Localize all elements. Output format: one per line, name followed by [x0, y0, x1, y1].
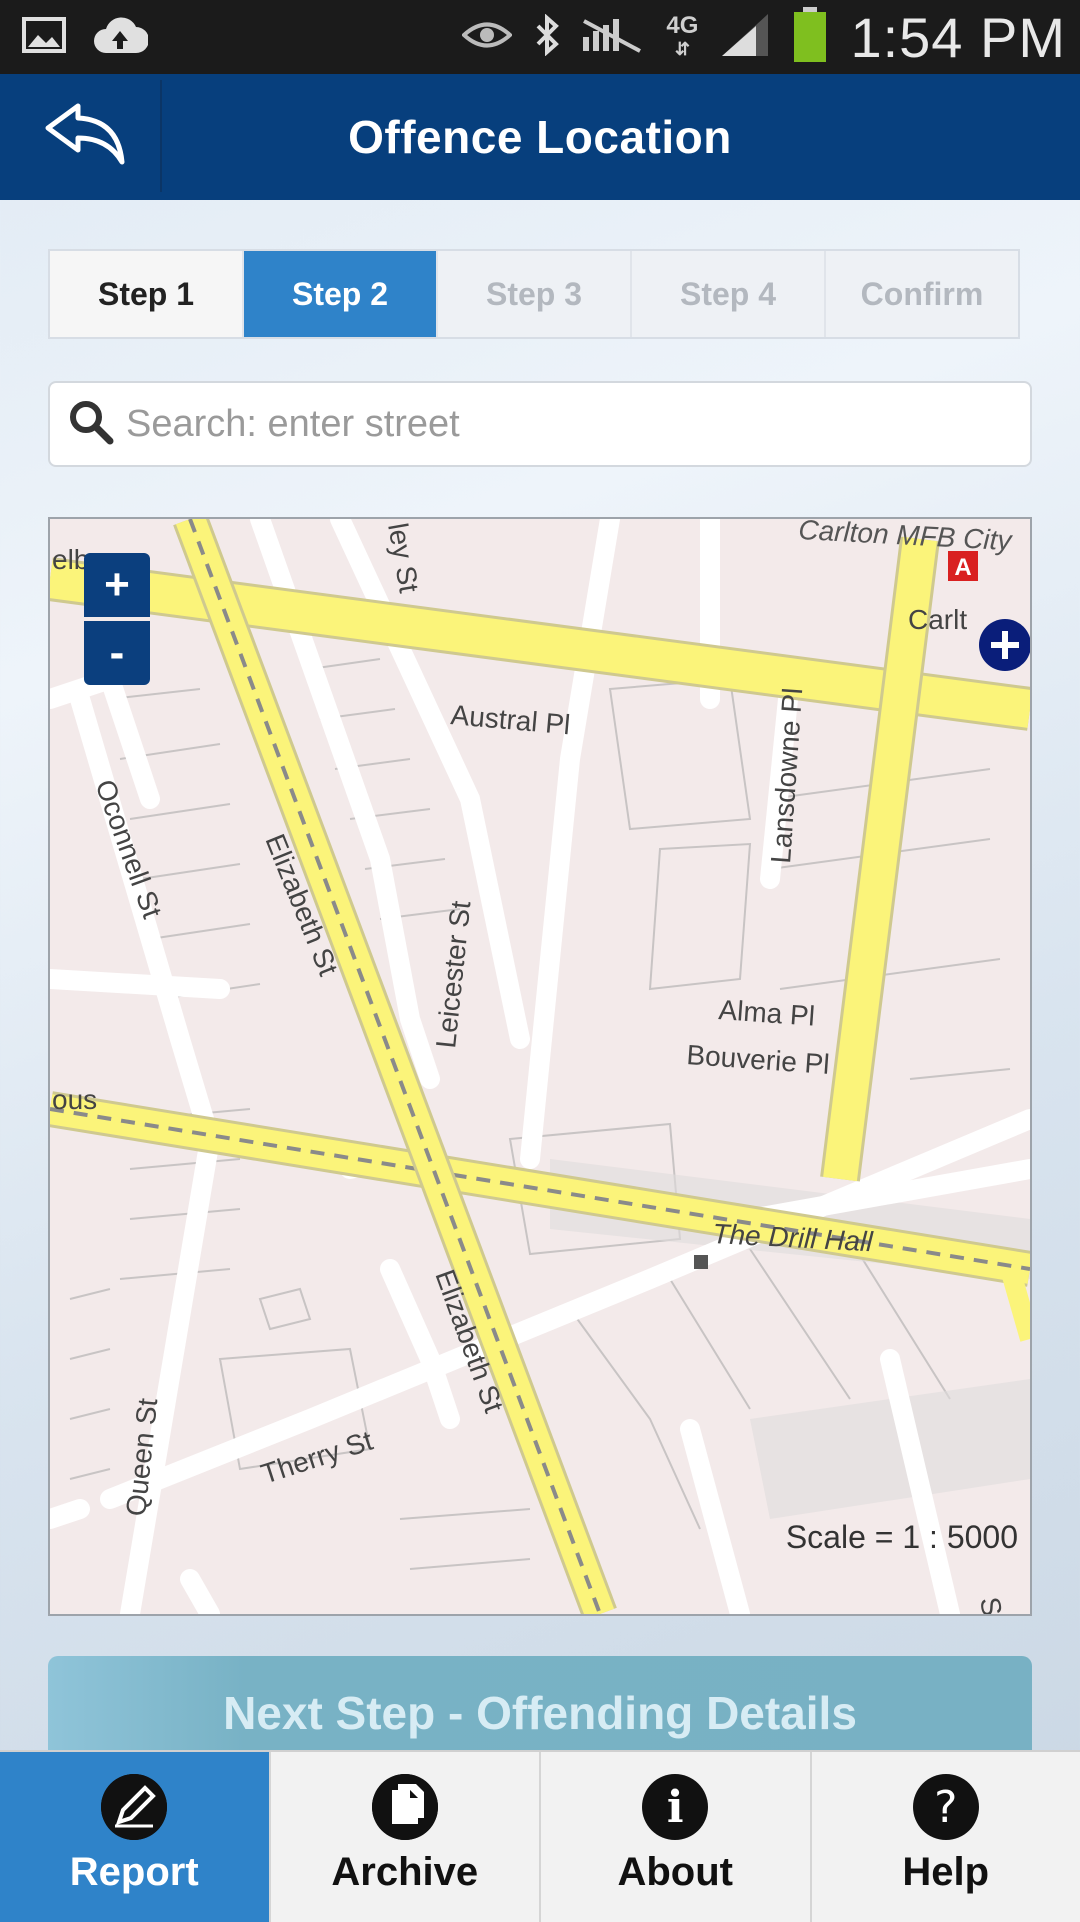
- station-marker: A: [948, 551, 978, 581]
- step-tabs: Step 1 Step 2 Step 3 Step 4 Confirm: [48, 249, 1020, 339]
- back-button[interactable]: [12, 80, 162, 192]
- step-1-tab[interactable]: Step 1: [50, 251, 244, 337]
- tab-help-label: Help: [902, 1850, 989, 1895]
- search-box[interactable]: [48, 381, 1032, 467]
- clock: 1:54 PM: [850, 5, 1066, 70]
- tab-report-label: Report: [70, 1850, 199, 1895]
- signal-icon: [720, 12, 770, 63]
- tab-archive[interactable]: Archive: [271, 1752, 542, 1922]
- map-label-carlton: Carlt: [908, 604, 967, 635]
- back-arrow-icon: [44, 102, 128, 171]
- tab-archive-label: Archive: [331, 1850, 478, 1895]
- map-view[interactable]: A Austral Pl Lansdowne Pl Oconnell St El…: [48, 517, 1032, 1616]
- network-type: 4G⇵: [666, 15, 698, 60]
- documents-icon: [372, 1774, 438, 1840]
- zoom-in-button[interactable]: +: [84, 553, 150, 617]
- battery-icon: [792, 7, 828, 68]
- app-header: Offence Location: [0, 74, 1080, 200]
- step-4-tab: Step 4: [632, 251, 826, 337]
- bottom-nav: Report Archive i About ? Help: [0, 1750, 1080, 1922]
- bluetooth-icon: [534, 14, 560, 61]
- cloud-upload-icon: [92, 15, 148, 60]
- image-icon: [22, 17, 66, 58]
- map-canvas: A Austral Pl Lansdowne Pl Oconnell St El…: [50, 519, 1030, 1614]
- page-title: Offence Location: [348, 110, 732, 164]
- status-bar: 4G⇵ 1:54 PM: [0, 0, 1080, 74]
- tab-report[interactable]: Report: [0, 1752, 271, 1922]
- tab-help[interactable]: ? Help: [812, 1752, 1080, 1922]
- hospital-marker: [979, 619, 1030, 671]
- tab-about-label: About: [617, 1850, 733, 1895]
- question-icon: ?: [913, 1774, 979, 1840]
- svg-text:A: A: [954, 554, 971, 581]
- eye-icon: [462, 18, 512, 57]
- step-2-tab[interactable]: Step 2: [244, 251, 438, 337]
- step-3-tab: Step 3: [438, 251, 632, 337]
- confirm-tab: Confirm: [826, 251, 1018, 337]
- info-icon: i: [642, 1774, 708, 1840]
- zoom-out-button[interactable]: -: [84, 621, 150, 685]
- map-scale: Scale = 1 : 5000: [786, 1519, 1018, 1556]
- map-label-ous: ous: [52, 1084, 97, 1115]
- pencil-icon: [101, 1774, 167, 1840]
- search-input[interactable]: [124, 402, 988, 447]
- tab-about[interactable]: i About: [541, 1752, 812, 1922]
- search-icon: [50, 399, 114, 450]
- no-signal-icon: [582, 15, 644, 60]
